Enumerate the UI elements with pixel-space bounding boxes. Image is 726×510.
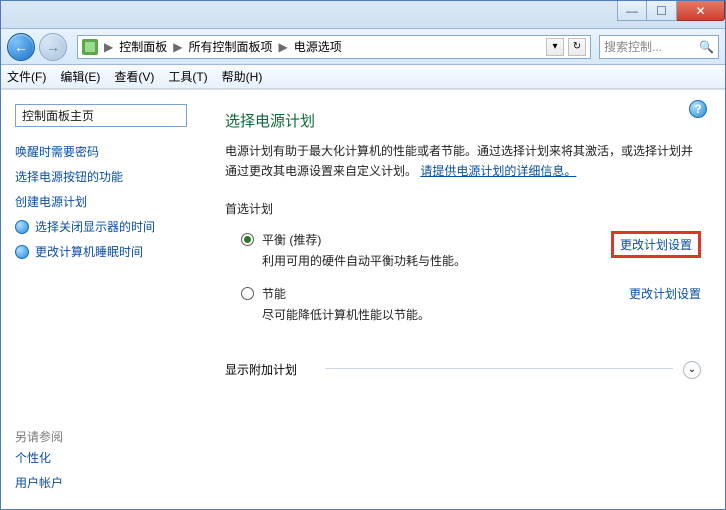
help-icon[interactable]: ? [689,100,707,118]
address-dropdown-button[interactable]: ▾ [546,38,564,56]
plan-balanced-change-link[interactable]: 更改计划设置 [611,231,701,258]
menu-help[interactable]: 帮助(H) [222,68,263,85]
minimize-button[interactable]: — [617,1,647,21]
maximize-button[interactable]: ☐ [647,1,677,21]
plan-powersaver-desc: 尽可能降低计算机性能以节能。 [262,306,629,323]
titlebar: — ☐ ✕ [1,1,725,29]
page-title: 选择电源计划 [225,110,701,131]
sidebar-link-require-password[interactable]: 唤醒时需要密码 [15,139,187,164]
sidebar-link-label: 选择电源按钮的功能 [15,168,123,185]
sidebar-link-label: 创建电源计划 [15,193,87,210]
sidebar-home-link[interactable]: 控制面板主页 [15,104,187,127]
sidebar-link-label: 唤醒时需要密码 [15,143,99,160]
additional-plans-label: 显示附加计划 [225,361,297,378]
sidebar-link-create-plan[interactable]: 创建电源计划 [15,189,187,214]
control-panel-window: — ☐ ✕ ← → ▶ 控制面板 ▶ 所有控制面板项 ▶ 电源选项 ▾ ↻ 搜索… [0,0,726,510]
body: 控制面板主页 唤醒时需要密码 选择电源按钮的功能 创建电源计划 选择关闭显示器的… [1,89,725,509]
nav-back-button[interactable]: ← [7,33,35,61]
sidebar-link-label: 选择关闭显示器的时间 [35,218,155,235]
search-icon: 🔍 [699,40,714,54]
control-panel-icon [82,39,98,55]
see-also-label: 另请参阅 [15,428,187,445]
navbar: ← → ▶ 控制面板 ▶ 所有控制面板项 ▶ 电源选项 ▾ ↻ 搜索控制... … [1,29,725,65]
refresh-button[interactable]: ↻ [568,38,586,56]
see-also-personalization[interactable]: 个性化 [15,445,187,470]
breadcrumb-2[interactable]: 所有控制面板项 [184,38,276,55]
sidebar-link-power-button[interactable]: 选择电源按钮的功能 [15,164,187,189]
page-description: 电源计划有助于最大化计算机的性能或者节能。通过选择计划来将其激活，或选择计划并通… [225,141,701,182]
content-pane: ? 选择电源计划 电源计划有助于最大化计算机的性能或者节能。通过选择计划来将其激… [201,90,725,509]
search-placeholder: 搜索控制... [604,38,662,55]
search-input[interactable]: 搜索控制... 🔍 [599,35,719,59]
plan-balanced-desc: 利用可用的硬件自动平衡功耗与性能。 [262,252,611,269]
menu-view[interactable]: 查看(V) [114,68,154,85]
menu-tools[interactable]: 工具(T) [168,68,207,85]
sidebar-link-label: 更改计算机睡眠时间 [35,243,143,260]
sidebar-link-sleep[interactable]: 更改计算机睡眠时间 [15,239,187,264]
nav-forward-button[interactable]: → [39,33,67,61]
window-buttons: — ☐ ✕ [617,1,725,21]
see-also-user-accounts[interactable]: 用户帐户 [15,470,187,495]
description-link[interactable]: 请提供电源计划的详细信息。 [420,164,576,178]
see-also-section: 另请参阅 个性化 用户帐户 [15,422,187,495]
plan-powersaver: 节能 尽可能降低计算机性能以节能。 更改计划设置 [225,277,701,331]
sidebar: 控制面板主页 唤醒时需要密码 选择电源按钮的功能 创建电源计划 选择关闭显示器的… [1,90,201,509]
plan-balanced: 平衡 (推荐) 利用可用的硬件自动平衡功耗与性能。 更改计划设置 [225,223,701,277]
menu-file[interactable]: 文件(F) [7,68,46,85]
close-button[interactable]: ✕ [677,1,725,21]
plan-powersaver-radio[interactable] [241,287,254,300]
breadcrumb-sep: ▶ [171,40,184,54]
additional-plans-expander[interactable]: 显示附加计划 ⌄ [225,351,701,385]
menubar: 文件(F) 编辑(E) 查看(V) 工具(T) 帮助(H) [1,65,725,89]
breadcrumb-sep: ▶ [277,40,290,54]
menu-edit[interactable]: 编辑(E) [60,68,100,85]
breadcrumb-3[interactable]: 电源选项 [290,38,346,55]
plan-balanced-title: 平衡 (推荐) [262,231,611,248]
chevron-down-icon[interactable]: ⌄ [683,361,701,379]
plan-powersaver-change-link[interactable]: 更改计划设置 [629,285,701,302]
sidebar-link-display-off[interactable]: 选择关闭显示器的时间 [15,214,187,239]
shield-icon [15,245,29,259]
plan-powersaver-title: 节能 [262,285,629,302]
breadcrumb-1[interactable]: 控制面板 [115,38,171,55]
divider [325,368,673,369]
preferred-plans-label: 首选计划 [225,200,701,217]
plan-balanced-radio[interactable] [241,233,254,246]
breadcrumb-sep: ▶ [102,40,115,54]
address-bar[interactable]: ▶ 控制面板 ▶ 所有控制面板项 ▶ 电源选项 ▾ ↻ [77,35,591,59]
shield-icon [15,220,29,234]
